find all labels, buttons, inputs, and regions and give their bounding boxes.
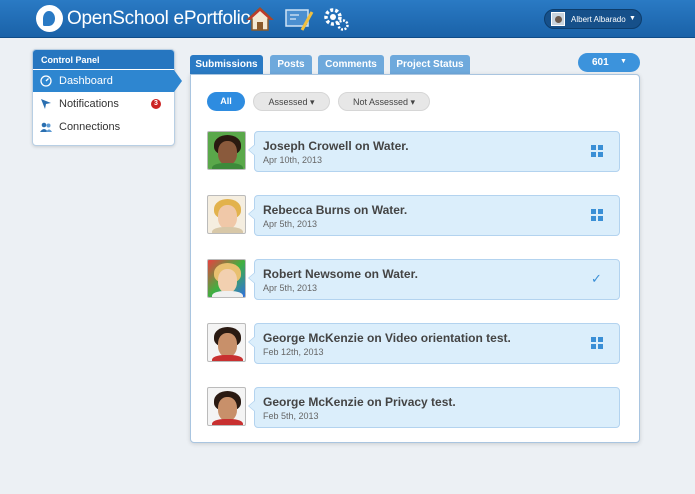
tab-submissions[interactable]: Submissions (190, 55, 263, 74)
user-name: Albert Albarado (571, 15, 626, 24)
submission-title[interactable]: George McKenzie on Video orientation tes… (263, 331, 511, 345)
submission-card[interactable]: George McKenzie on Privacy test. Feb 5th… (248, 387, 620, 428)
submission-date: Feb 12th, 2013 (263, 347, 324, 357)
user-menu[interactable]: Albert Albarado ▼ (544, 9, 642, 29)
sidebar-item-notifications[interactable]: Notifications 3 (33, 93, 174, 115)
student-photo[interactable] (207, 131, 246, 170)
grid-icon[interactable] (591, 337, 603, 349)
chevron-down-icon: ▼ (629, 15, 636, 22)
grid-icon[interactable] (591, 209, 603, 221)
submission-title[interactable]: Rebecca Burns on Water. (263, 203, 407, 217)
submission-title[interactable]: Joseph Crowell on Water. (263, 139, 409, 153)
grid-icon[interactable] (591, 145, 603, 157)
student-photo[interactable] (207, 259, 246, 298)
count-value: 601 (592, 57, 609, 68)
home-icon[interactable] (246, 6, 274, 32)
cursor-icon (41, 99, 51, 109)
control-panel: Control Panel Dashboard Notifications 3 … (32, 49, 182, 146)
submission-card[interactable]: Robert Newsome on Water. Apr 5th, 2013 ✓ (248, 259, 620, 300)
student-photo[interactable] (207, 387, 246, 426)
filter-not-assessed-button[interactable]: Not Assessed ▾ (338, 92, 430, 111)
count-dropdown[interactable]: 601 ▼ (578, 53, 640, 72)
gears-icon[interactable] (322, 6, 350, 32)
filter-assessed-button[interactable]: Assessed ▾ (253, 92, 330, 111)
submission-card[interactable]: Joseph Crowell on Water. Apr 10th, 2013 (248, 131, 620, 172)
submission-date: Apr 5th, 2013 (263, 283, 318, 293)
users-icon (40, 122, 52, 132)
tab-comments[interactable]: Comments (318, 55, 384, 74)
submission-date: Apr 10th, 2013 (263, 155, 323, 165)
tab-project-status[interactable]: Project Status (390, 55, 470, 74)
submission-date: Feb 5th, 2013 (263, 411, 319, 421)
dashboard-icon (40, 75, 52, 87)
tab-posts[interactable]: Posts (270, 55, 312, 74)
student-photo[interactable] (207, 323, 246, 362)
filter-all-button[interactable]: All (207, 92, 245, 111)
app-header: OpenSchool ePortfolio Albert Albarado ▼ (0, 0, 695, 38)
sidebar-item-connections[interactable]: Connections (33, 116, 174, 138)
student-photo[interactable] (207, 195, 246, 234)
check-icon[interactable]: ✓ (591, 272, 603, 285)
submission-card[interactable]: Rebecca Burns on Water. Apr 5th, 2013 (248, 195, 620, 236)
sidebar-item-label: Dashboard (59, 75, 113, 87)
blackboard-icon[interactable] (284, 6, 314, 32)
sidebar-item-label: Notifications (59, 98, 119, 110)
notification-badge: 3 (151, 99, 161, 109)
submission-title[interactable]: George McKenzie on Privacy test. (263, 395, 456, 409)
submission-title[interactable]: Robert Newsome on Water. (263, 267, 418, 281)
submission-date: Apr 5th, 2013 (263, 219, 318, 229)
control-panel-title: Control Panel (33, 50, 174, 69)
sidebar-item-label: Connections (59, 121, 121, 133)
brand-title[interactable]: OpenSchool ePortfolio (67, 8, 251, 30)
chevron-down-icon: ▼ (620, 58, 627, 65)
sidebar-item-dashboard[interactable]: Dashboard (33, 70, 182, 92)
logo-icon[interactable] (36, 5, 63, 32)
avatar (551, 12, 565, 26)
submission-card[interactable]: George McKenzie on Video orientation tes… (248, 323, 620, 364)
